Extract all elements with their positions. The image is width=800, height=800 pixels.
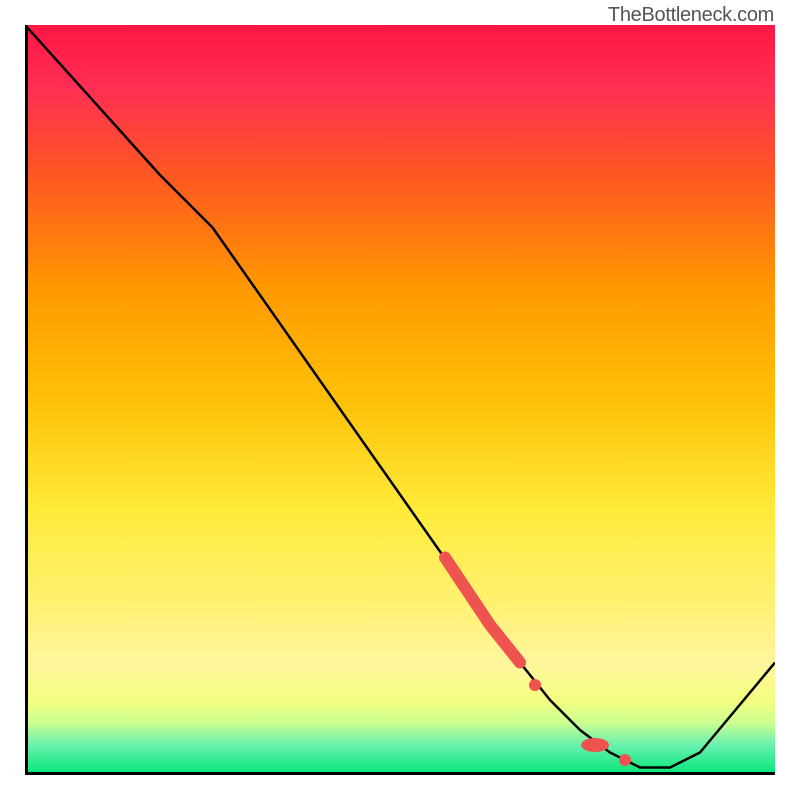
chart-container — [25, 25, 775, 775]
markers — [445, 558, 631, 767]
chart-svg — [25, 25, 775, 775]
watermark-text: TheBottleneck.com — [608, 4, 774, 27]
bottleneck-curve — [25, 25, 775, 768]
